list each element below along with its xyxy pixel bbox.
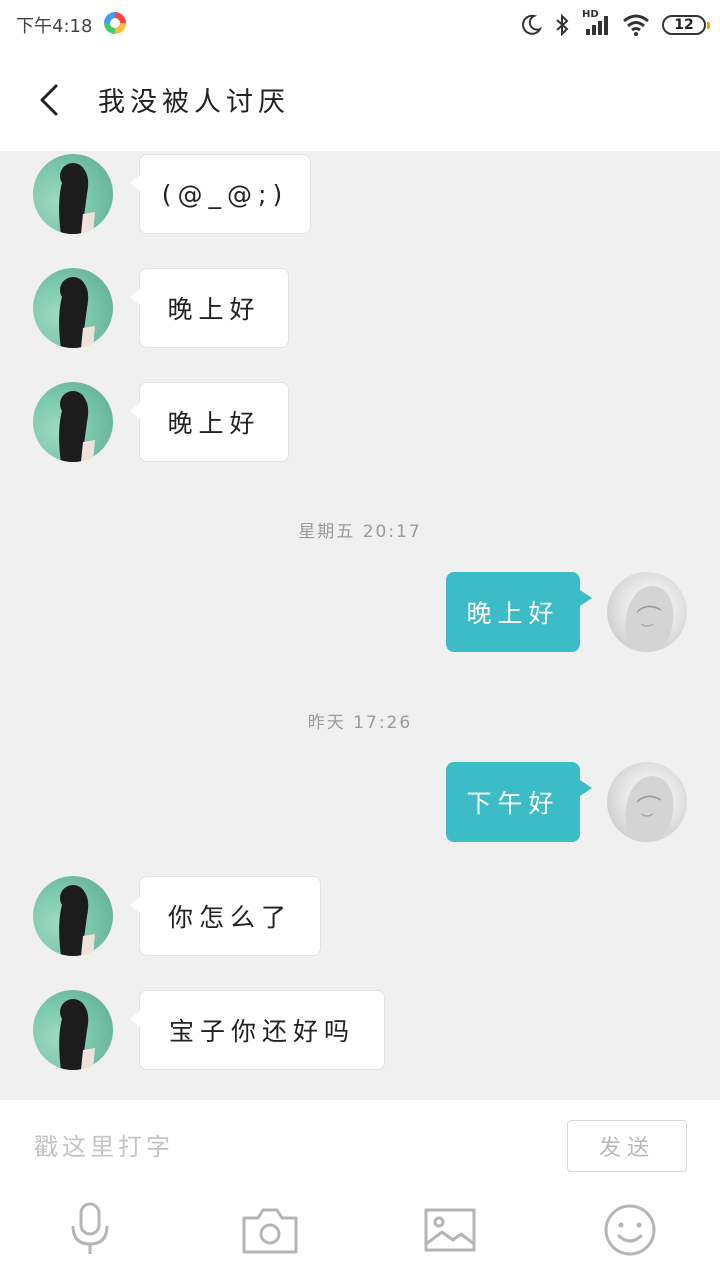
microphone-icon — [71, 1202, 109, 1254]
my-avatar[interactable] — [607, 762, 687, 842]
page-title: 我没被人讨厌 — [98, 87, 290, 118]
contact-avatar[interactable] — [33, 876, 113, 956]
contact-avatar[interactable] — [33, 990, 113, 1070]
chat-header: 我没被人讨厌 — [0, 50, 720, 151]
moon-icon — [522, 14, 542, 35]
message-incoming: 你怎么了 — [0, 873, 720, 963]
message-list[interactable]: (@_@;) 晚上好 晚上好 星期五 20:17 晚上好 昨天 17:26 下午… — [0, 151, 720, 1100]
emoji-button[interactable] — [595, 1200, 665, 1260]
image-icon — [424, 1208, 476, 1252]
message-bubble[interactable]: 下午好 — [446, 762, 592, 842]
message-outgoing: 下午好 — [0, 759, 720, 849]
camera-icon — [242, 1208, 298, 1254]
send-button[interactable]: 发送 — [567, 1120, 687, 1172]
gallery-button[interactable] — [415, 1200, 485, 1260]
timestamp: 昨天 17:26 — [307, 713, 413, 733]
message-bubble[interactable]: (@_@;) — [130, 154, 311, 234]
message-incoming: 晚上好 — [0, 265, 720, 355]
chevron-left-icon — [40, 84, 58, 116]
contact-avatar[interactable] — [33, 268, 113, 348]
message-bubble[interactable]: 晚上好 — [446, 572, 592, 652]
contact-avatar[interactable] — [33, 154, 113, 234]
my-avatar[interactable] — [607, 572, 687, 652]
status-time: 下午4:18 — [16, 16, 93, 37]
camera-button[interactable] — [235, 1200, 305, 1260]
status-icons: HD 12 — [520, 9, 710, 40]
composer: 发送 — [0, 1100, 720, 1190]
message-incoming: 宝子你还好吗 — [0, 987, 720, 1077]
message-bubble[interactable]: 你怎么了 — [130, 876, 321, 956]
message-bubble[interactable]: 宝子你还好吗 — [130, 990, 385, 1070]
emoji-icon — [604, 1204, 656, 1256]
color-app-icon — [104, 12, 126, 34]
timestamp: 星期五 20:17 — [298, 522, 422, 542]
message-incoming: 晚上好 — [0, 379, 720, 469]
bluetooth-icon — [556, 13, 569, 37]
input-toolbar — [0, 1190, 720, 1280]
signal-icon: HD — [582, 9, 610, 37]
message-input[interactable] — [32, 1126, 536, 1168]
status-bar: 下午4:18 HD 12 — [0, 0, 720, 50]
back-button[interactable] — [30, 78, 74, 122]
message-bubble[interactable]: 晚上好 — [130, 268, 289, 348]
battery-icon: 12 — [662, 15, 710, 35]
voice-button[interactable] — [55, 1200, 125, 1260]
message-bubble[interactable]: 晚上好 — [130, 382, 289, 462]
message-incoming: (@_@;) — [0, 151, 720, 241]
contact-avatar[interactable] — [33, 382, 113, 462]
message-outgoing: 晚上好 — [0, 569, 720, 659]
wifi-icon — [623, 14, 649, 36]
